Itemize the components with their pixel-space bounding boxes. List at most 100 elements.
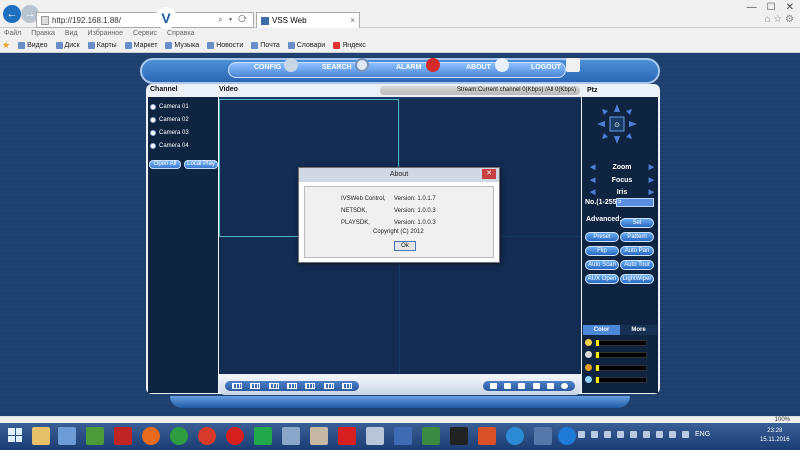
auto-tour-button[interactable]: Auto Tour <box>620 260 654 270</box>
zoom-out-arrow-icon[interactable]: ◀ <box>590 163 595 171</box>
zoom-in-arrow-icon[interactable]: ▶ <box>649 163 654 171</box>
address-bar[interactable]: http://192.168.1.88/ ⌕ ▾ ⟳ <box>36 12 254 28</box>
saturation-slider[interactable] <box>585 364 647 371</box>
config-gear-icon[interactable] <box>284 58 298 72</box>
layout-4-icon[interactable] <box>250 383 261 389</box>
auto-scan-button[interactable]: Auto Scan <box>585 260 619 270</box>
volume-icon[interactable] <box>669 431 676 438</box>
tray-icon[interactable] <box>630 431 637 438</box>
preset-number-input[interactable]: 5 <box>616 198 654 207</box>
open-all-button[interactable]: Open All <box>149 160 181 169</box>
menu-help[interactable]: Справка <box>167 30 194 37</box>
app-icon[interactable] <box>282 427 300 445</box>
app-icon[interactable] <box>450 427 468 445</box>
internet-explorer-icon[interactable] <box>558 427 576 445</box>
layout-9-icon[interactable] <box>268 383 279 389</box>
aux-open-button[interactable]: AUX Open <box>585 274 619 284</box>
back-button[interactable]: ← <box>3 5 21 23</box>
slider-track[interactable] <box>595 364 647 371</box>
brightness-slider[interactable] <box>585 339 647 346</box>
nav-search[interactable]: SEARCH <box>322 64 352 71</box>
fav-video[interactable]: Видео <box>18 42 48 49</box>
browser-right-icons[interactable]: ⌂ ☆ ⚙ <box>764 14 794 25</box>
slider-thumb[interactable] <box>596 339 599 346</box>
app-icon[interactable] <box>338 427 356 445</box>
app-icon[interactable] <box>58 427 76 445</box>
maximize-button[interactable]: ☐ <box>767 2 776 13</box>
app-icon[interactable] <box>534 427 552 445</box>
fav-mail[interactable]: Почта <box>251 42 280 49</box>
nav-config[interactable]: CONFIG <box>254 64 281 71</box>
fav-market[interactable]: Маркет <box>124 42 157 49</box>
nav-about[interactable]: ABOUT <box>466 64 491 71</box>
powerpoint-icon[interactable] <box>478 427 496 445</box>
nav-alarm[interactable]: ALARM <box>396 64 421 71</box>
iris-close-arrow-icon[interactable]: ◀ <box>590 188 595 196</box>
taskbar-clock[interactable]: 23:28 15.11.2016 <box>760 427 790 445</box>
flag-icon[interactable] <box>682 431 689 438</box>
app-icon[interactable] <box>198 427 216 445</box>
tab-more[interactable]: More <box>620 325 657 335</box>
search-magnifier-icon[interactable] <box>355 58 369 72</box>
dialog-close-button[interactable]: ✕ <box>482 169 496 179</box>
camera-03[interactable]: Camera 03 <box>150 130 189 136</box>
start-windows-icon[interactable] <box>8 428 22 442</box>
explorer-folder-icon[interactable] <box>32 427 50 445</box>
fav-maps[interactable]: Карты <box>87 42 117 49</box>
menu-file[interactable]: Файл <box>4 30 21 37</box>
snapshot-icon[interactable] <box>489 383 497 389</box>
focus-far-arrow-icon[interactable]: ▶ <box>649 176 654 184</box>
slider-track[interactable] <box>595 351 647 358</box>
tray-icon[interactable] <box>591 431 598 438</box>
app-icon[interactable] <box>366 427 384 445</box>
tab-close-icon[interactable]: × <box>350 16 359 25</box>
flip-button[interactable]: Flip <box>585 246 619 256</box>
ptz-joystick-icon[interactable]: ⊙ <box>595 102 639 146</box>
slider-thumb[interactable] <box>596 351 599 358</box>
app-icon[interactable] <box>394 427 412 445</box>
minimize-button[interactable]: — <box>747 2 757 13</box>
iris-open-arrow-icon[interactable]: ▶ <box>649 188 654 196</box>
local-play-button[interactable]: Local Play <box>184 160 218 169</box>
address-tools-icon[interactable]: ⌕ ▾ ⟳ <box>218 15 253 25</box>
tray-icon[interactable] <box>604 431 611 438</box>
menu-view[interactable]: Вид <box>65 30 78 37</box>
layout-1-icon[interactable] <box>232 383 243 389</box>
fav-disk[interactable]: Диск <box>55 42 80 49</box>
slider-thumb[interactable] <box>596 364 599 371</box>
fullscreen-icon[interactable] <box>341 383 352 389</box>
teamviewer-icon[interactable] <box>506 427 524 445</box>
camera-icon[interactable] <box>532 383 540 389</box>
app-icon[interactable] <box>422 427 440 445</box>
camera-04[interactable]: Camera 04 <box>150 143 189 149</box>
opera-icon[interactable] <box>226 427 244 445</box>
preset-button[interactable]: Preset <box>585 232 619 242</box>
menu-tools[interactable]: Сервис <box>133 30 157 37</box>
tab-color[interactable]: Color <box>583 325 620 335</box>
tray-icon[interactable] <box>643 431 650 438</box>
fav-yandex[interactable]: Яндекс <box>333 42 366 49</box>
layout-25-icon[interactable] <box>305 383 316 389</box>
auto-pan-button[interactable]: Auto Pan <box>620 246 654 256</box>
camera-01[interactable]: Camera 01 <box>150 104 189 110</box>
menu-favorites[interactable]: Избранное <box>88 30 123 37</box>
contrast-slider[interactable] <box>585 351 647 358</box>
favorites-star-icon[interactable]: ★ <box>2 40 10 51</box>
ok-button[interactable]: Ok <box>394 241 416 251</box>
fav-music[interactable]: Музыка <box>165 42 199 49</box>
slider-track[interactable] <box>595 376 647 383</box>
tray-icon[interactable] <box>617 431 624 438</box>
app-icon[interactable] <box>170 427 188 445</box>
slider-thumb[interactable] <box>596 376 599 383</box>
browser-tab[interactable]: VSS Web × <box>256 12 360 28</box>
hue-slider[interactable] <box>585 376 647 383</box>
logout-door-icon[interactable] <box>566 58 580 72</box>
power-icon[interactable] <box>114 427 132 445</box>
record-icon[interactable] <box>503 383 511 389</box>
layout-16-icon[interactable] <box>286 383 297 389</box>
about-icon[interactable] <box>495 58 509 72</box>
slider-track[interactable] <box>595 339 647 346</box>
audio-icon[interactable] <box>546 383 554 389</box>
fav-dictionaries[interactable]: Словари <box>287 42 325 49</box>
alarm-icon[interactable] <box>426 58 440 72</box>
